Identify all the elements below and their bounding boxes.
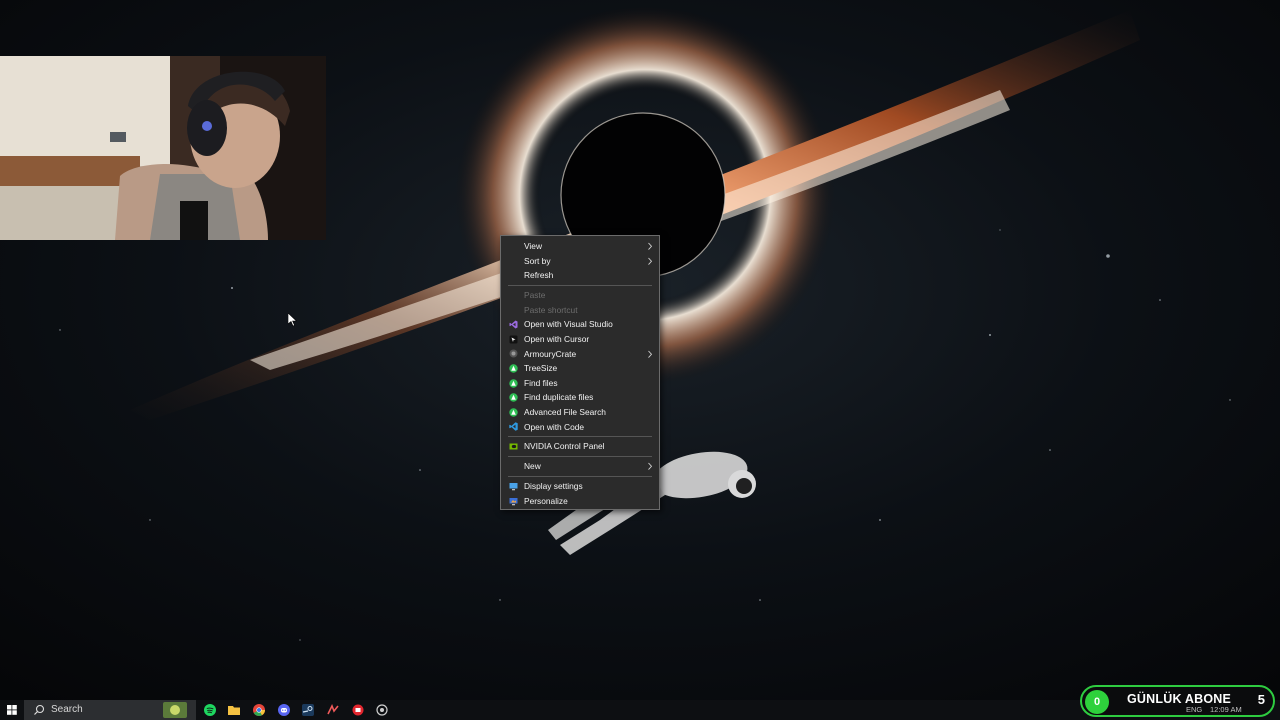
menu-item-find-duplicate-files[interactable]: Find duplicate files	[501, 390, 659, 405]
app-icon[interactable]	[326, 703, 340, 717]
taskbar-search-box[interactable]: Search	[24, 700, 196, 720]
vscode-icon	[509, 422, 518, 431]
language-indicator[interactable]: ENG	[1186, 705, 1202, 714]
menu-item-refresh[interactable]: Refresh	[501, 268, 659, 283]
menu-item-label: ArmouryCrate	[524, 348, 577, 359]
chevron-right-icon	[648, 463, 653, 471]
menu-item-treesize[interactable]: TreeSize	[501, 361, 659, 376]
windows-start-icon[interactable]	[0, 700, 24, 720]
menu-item-display-settings[interactable]: Display settings	[501, 479, 659, 494]
chevron-right-icon	[648, 350, 653, 358]
subscriber-counter-widget: 0 GÜNLÜK ABONE 5 ENG 12:09 AM	[1080, 685, 1275, 717]
search-placeholder: Search	[51, 704, 83, 715]
menu-item-label: View	[524, 241, 543, 251]
subscriber-count: 5	[1257, 692, 1265, 707]
menu-item-label: Paste	[524, 290, 546, 301]
menu-item-label: Find duplicate files	[524, 392, 594, 403]
settings-icon[interactable]	[375, 703, 389, 717]
desktop-context-menu: View Sort by Refresh Paste Paste shortcu…	[500, 235, 660, 510]
menu-item-open-with-cursor[interactable]: Open with Cursor	[501, 332, 659, 347]
discord-icon[interactable]	[277, 703, 291, 717]
search-icon	[34, 704, 45, 715]
menu-item-label: Personalize	[524, 496, 568, 506]
taskbar-clock[interactable]: 12:09 AM	[1210, 705, 1242, 714]
personalize-icon	[509, 497, 518, 506]
nvidia-icon	[509, 443, 518, 450]
menu-item-new[interactable]: New	[501, 459, 659, 474]
treesize-search-icon	[509, 408, 518, 417]
file-explorer-icon[interactable]	[227, 703, 241, 717]
mouse-cursor-icon	[288, 313, 297, 327]
menu-separator	[508, 284, 652, 286]
steam-icon[interactable]	[301, 703, 315, 717]
menu-item-paste: Paste	[501, 288, 659, 303]
recording-icon[interactable]	[351, 703, 365, 717]
menu-item-open-with-visual-studio[interactable]: Open with Visual Studio	[501, 317, 659, 332]
menu-item-label: Refresh	[524, 270, 554, 281]
menu-item-paste-shortcut: Paste shortcut	[501, 303, 659, 318]
menu-item-nvidia-control-panel[interactable]: NVIDIA Control Panel	[501, 439, 659, 454]
webcam-overlay	[0, 56, 326, 240]
menu-item-advanced-file-search[interactable]: Advanced File Search	[501, 405, 659, 420]
menu-item-personalize[interactable]: Personalize	[501, 494, 659, 509]
chevron-right-icon	[648, 242, 653, 250]
menu-item-label: Display settings	[524, 481, 583, 492]
menu-item-label: Open with Visual Studio	[524, 319, 613, 330]
menu-item-label: Open with Code	[524, 421, 585, 432]
menu-item-label: Paste shortcut	[524, 304, 578, 315]
menu-item-open-with-code[interactable]: Open with Code	[501, 420, 659, 435]
chevron-right-icon	[648, 257, 653, 265]
menu-item-find-files[interactable]: Find files	[501, 376, 659, 391]
display-settings-icon	[509, 483, 518, 491]
treesize-find-icon	[509, 378, 518, 388]
subscriber-label: GÜNLÜK ABONE	[1127, 692, 1232, 706]
menu-item-view[interactable]: View	[501, 239, 659, 254]
menu-item-label: TreeSize	[524, 363, 558, 374]
subscriber-badge: 0	[1085, 690, 1109, 714]
visual-studio-icon	[509, 320, 518, 329]
menu-item-label: Open with Cursor	[524, 333, 590, 344]
menu-separator	[508, 436, 652, 438]
treesize-icon	[509, 364, 518, 373]
search-highlight-icon	[163, 702, 187, 718]
menu-item-label: NVIDIA Control Panel	[524, 441, 605, 452]
menu-item-label: Sort by	[524, 255, 551, 266]
treesize-duplicate-icon	[509, 393, 518, 402]
menu-item-armourycrate[interactable]: ArmouryCrate	[501, 347, 659, 362]
chrome-icon[interactable]	[252, 703, 266, 717]
armoury-crate-icon	[509, 349, 518, 358]
menu-item-label: Find files	[524, 377, 558, 388]
menu-item-label: New	[524, 461, 541, 472]
spotify-icon[interactable]	[203, 703, 217, 717]
menu-separator	[508, 456, 652, 458]
cursor-app-icon	[509, 335, 518, 344]
menu-item-sort-by[interactable]: Sort by	[501, 254, 659, 269]
menu-item-label: Advanced File Search	[524, 406, 606, 417]
menu-separator	[508, 476, 652, 478]
